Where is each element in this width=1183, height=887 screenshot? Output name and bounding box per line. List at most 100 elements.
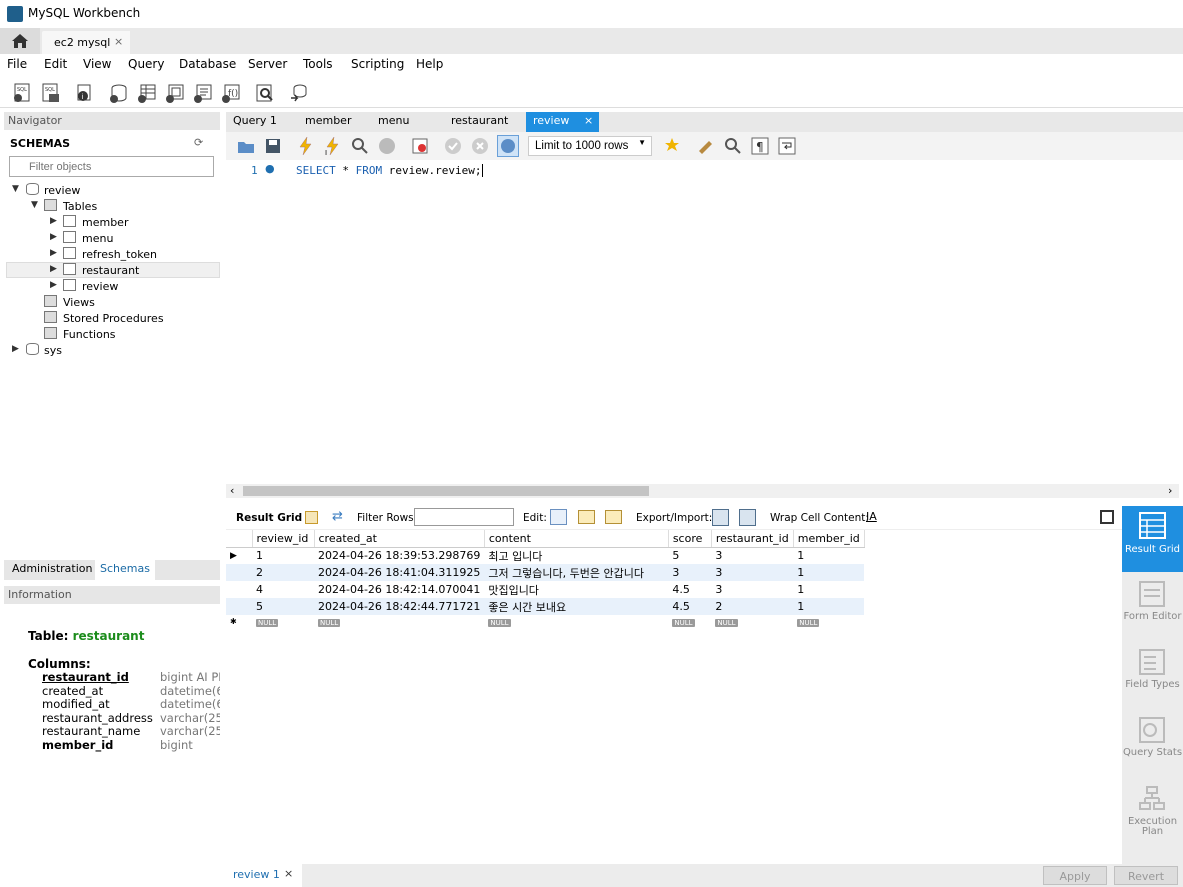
tab-query-1[interactable]: Query 1: [226, 112, 284, 132]
word-wrap-icon[interactable]: [777, 136, 797, 156]
column-header[interactable]: content: [484, 530, 669, 548]
menu-file[interactable]: File: [7, 57, 27, 71]
open-file-icon[interactable]: [236, 136, 256, 156]
tab-restaurant[interactable]: restaurant: [444, 112, 515, 132]
cell[interactable]: 1: [793, 581, 864, 598]
cell[interactable]: 4: [252, 581, 314, 598]
cell[interactable]: 3: [711, 564, 793, 581]
collapsed-arrow-icon[interactable]: ▶: [50, 216, 57, 226]
tree-table-restaurant[interactable]: restaurant: [82, 264, 139, 277]
inspector-icon[interactable]: i: [74, 82, 96, 104]
search-table-data-icon[interactable]: [254, 82, 276, 104]
null-badge[interactable]: NULL: [256, 619, 279, 627]
tab-menu[interactable]: menu: [371, 112, 416, 132]
expanded-arrow-icon[interactable]: ▼: [31, 200, 38, 210]
edit-row-icon[interactable]: [550, 509, 567, 525]
tab-administration[interactable]: Administration: [12, 562, 93, 575]
field-types-side-button[interactable]: Field Types: [1122, 644, 1183, 704]
null-badge[interactable]: NULL: [715, 619, 738, 627]
stop-icon[interactable]: [377, 136, 397, 156]
create-procedure-icon[interactable]: [192, 82, 214, 104]
cell[interactable]: 5: [668, 547, 711, 564]
column-header[interactable]: member_id: [793, 530, 865, 548]
execute-icon[interactable]: [296, 136, 316, 156]
cell[interactable]: 그저 그렇습니다, 두번은 안갑니다: [484, 564, 668, 581]
find-icon[interactable]: [723, 136, 743, 156]
table-row[interactable]: 4 2024-04-26 18:42:14.070041 맛집입니다 4.5 3…: [226, 581, 864, 598]
collapsed-arrow-icon[interactable]: ▶: [12, 344, 19, 354]
collapsed-arrow-icon[interactable]: ▶: [50, 232, 57, 242]
null-badge[interactable]: NULL: [672, 619, 695, 627]
export-icon[interactable]: [712, 509, 729, 526]
explain-icon[interactable]: [350, 136, 370, 156]
scrollbar-thumb[interactable]: [243, 486, 649, 496]
cell[interactable]: 맛집입니다: [484, 581, 668, 598]
cell[interactable]: 1: [252, 547, 314, 564]
create-table-icon[interactable]: [136, 82, 158, 104]
cell[interactable]: 3: [668, 564, 711, 581]
execute-current-icon[interactable]: I: [323, 136, 343, 157]
limit-rows-select[interactable]: Limit to 1000 rows ▼: [528, 136, 652, 156]
tree-schema-review[interactable]: review: [44, 184, 80, 197]
cell[interactable]: 2: [711, 598, 793, 615]
autocommit-toggle-icon[interactable]: [497, 135, 519, 157]
tree-tables[interactable]: Tables: [63, 200, 97, 213]
null-badge[interactable]: NULL: [488, 619, 511, 627]
filter-objects-input[interactable]: [24, 156, 214, 177]
add-snippet-icon[interactable]: [663, 136, 683, 156]
column-header[interactable]: score: [668, 530, 712, 548]
cell[interactable]: 5: [252, 598, 314, 615]
tree-table-member[interactable]: member: [82, 216, 128, 229]
editor-horizontal-scrollbar[interactable]: ‹ ›: [226, 484, 1179, 498]
cell[interactable]: 1: [793, 564, 864, 581]
cell[interactable]: 1: [793, 598, 864, 615]
menu-database[interactable]: Database: [179, 57, 236, 71]
collapsed-arrow-icon[interactable]: ▶: [50, 280, 57, 290]
tree-schema-sys[interactable]: sys: [44, 344, 62, 357]
grid-view-icon[interactable]: [305, 511, 318, 524]
wrap-toggle-icon[interactable]: IA: [866, 510, 877, 523]
column-header[interactable]: created_at: [314, 530, 485, 548]
cell[interactable]: 2024-04-26 18:42:44.771721: [314, 598, 484, 615]
result-tab[interactable]: review 1 ×: [226, 864, 302, 887]
scroll-right-icon[interactable]: ›: [1168, 484, 1172, 497]
menu-help[interactable]: Help: [416, 57, 443, 71]
filter-rows-input[interactable]: [414, 508, 514, 526]
save-icon[interactable]: [263, 136, 283, 156]
expanded-arrow-icon[interactable]: ▼: [12, 184, 19, 194]
commit-icon[interactable]: [443, 136, 463, 156]
import-icon[interactable]: [739, 509, 756, 526]
menu-server[interactable]: Server: [248, 57, 287, 71]
table-row[interactable]: ▶ 1 2024-04-26 18:39:53.298769 최고 입니다 5 …: [226, 547, 864, 564]
rollback-icon[interactable]: [470, 136, 490, 156]
result-grid-side-button[interactable]: Result Grid: [1122, 506, 1183, 572]
cell[interactable]: 최고 입니다: [484, 547, 668, 564]
scroll-left-icon[interactable]: ‹: [230, 484, 234, 497]
open-sql-script-icon[interactable]: SQL: [40, 82, 62, 104]
cell[interactable]: 좋은 시간 보내요: [484, 598, 668, 615]
tree-stored-procedures[interactable]: Stored Procedures: [63, 312, 164, 325]
tree-table-review[interactable]: review: [82, 280, 118, 293]
tree-table-menu[interactable]: menu: [82, 232, 113, 245]
invisible-chars-icon[interactable]: ¶: [750, 136, 770, 156]
reconnect-icon[interactable]: [288, 82, 310, 104]
column-header[interactable]: restaurant_id: [711, 530, 794, 548]
cell[interactable]: 3: [711, 547, 793, 564]
cell[interactable]: 1: [793, 547, 864, 564]
collapsed-arrow-icon[interactable]: ▶: [50, 264, 57, 274]
cell[interactable]: 2024-04-26 18:41:04.311925: [314, 564, 484, 581]
menu-tools[interactable]: Tools: [303, 57, 333, 71]
form-editor-side-button[interactable]: Form Editor: [1122, 576, 1183, 636]
tree-table-refresh-token[interactable]: refresh_token: [82, 248, 157, 261]
cell[interactable]: 2024-04-26 18:39:53.298769: [314, 547, 484, 564]
beautify-icon[interactable]: [696, 136, 716, 156]
tab-review-active[interactable]: review ×: [526, 112, 599, 132]
create-schema-icon[interactable]: [108, 82, 130, 104]
collapsed-arrow-icon[interactable]: ▶: [50, 248, 57, 258]
apply-button[interactable]: Apply: [1043, 866, 1107, 885]
query-stats-side-button[interactable]: Query Stats: [1122, 712, 1183, 772]
table-row[interactable]: 5 2024-04-26 18:42:44.771721 좋은 시간 보내요 4…: [226, 598, 865, 615]
table-row[interactable]: 2 2024-04-26 18:41:04.311925 그저 그렇습니다, 두…: [226, 564, 865, 581]
toggle-continue-on-error-icon[interactable]: [410, 136, 430, 156]
execution-plan-side-button[interactable]: Execution Plan: [1122, 781, 1183, 841]
